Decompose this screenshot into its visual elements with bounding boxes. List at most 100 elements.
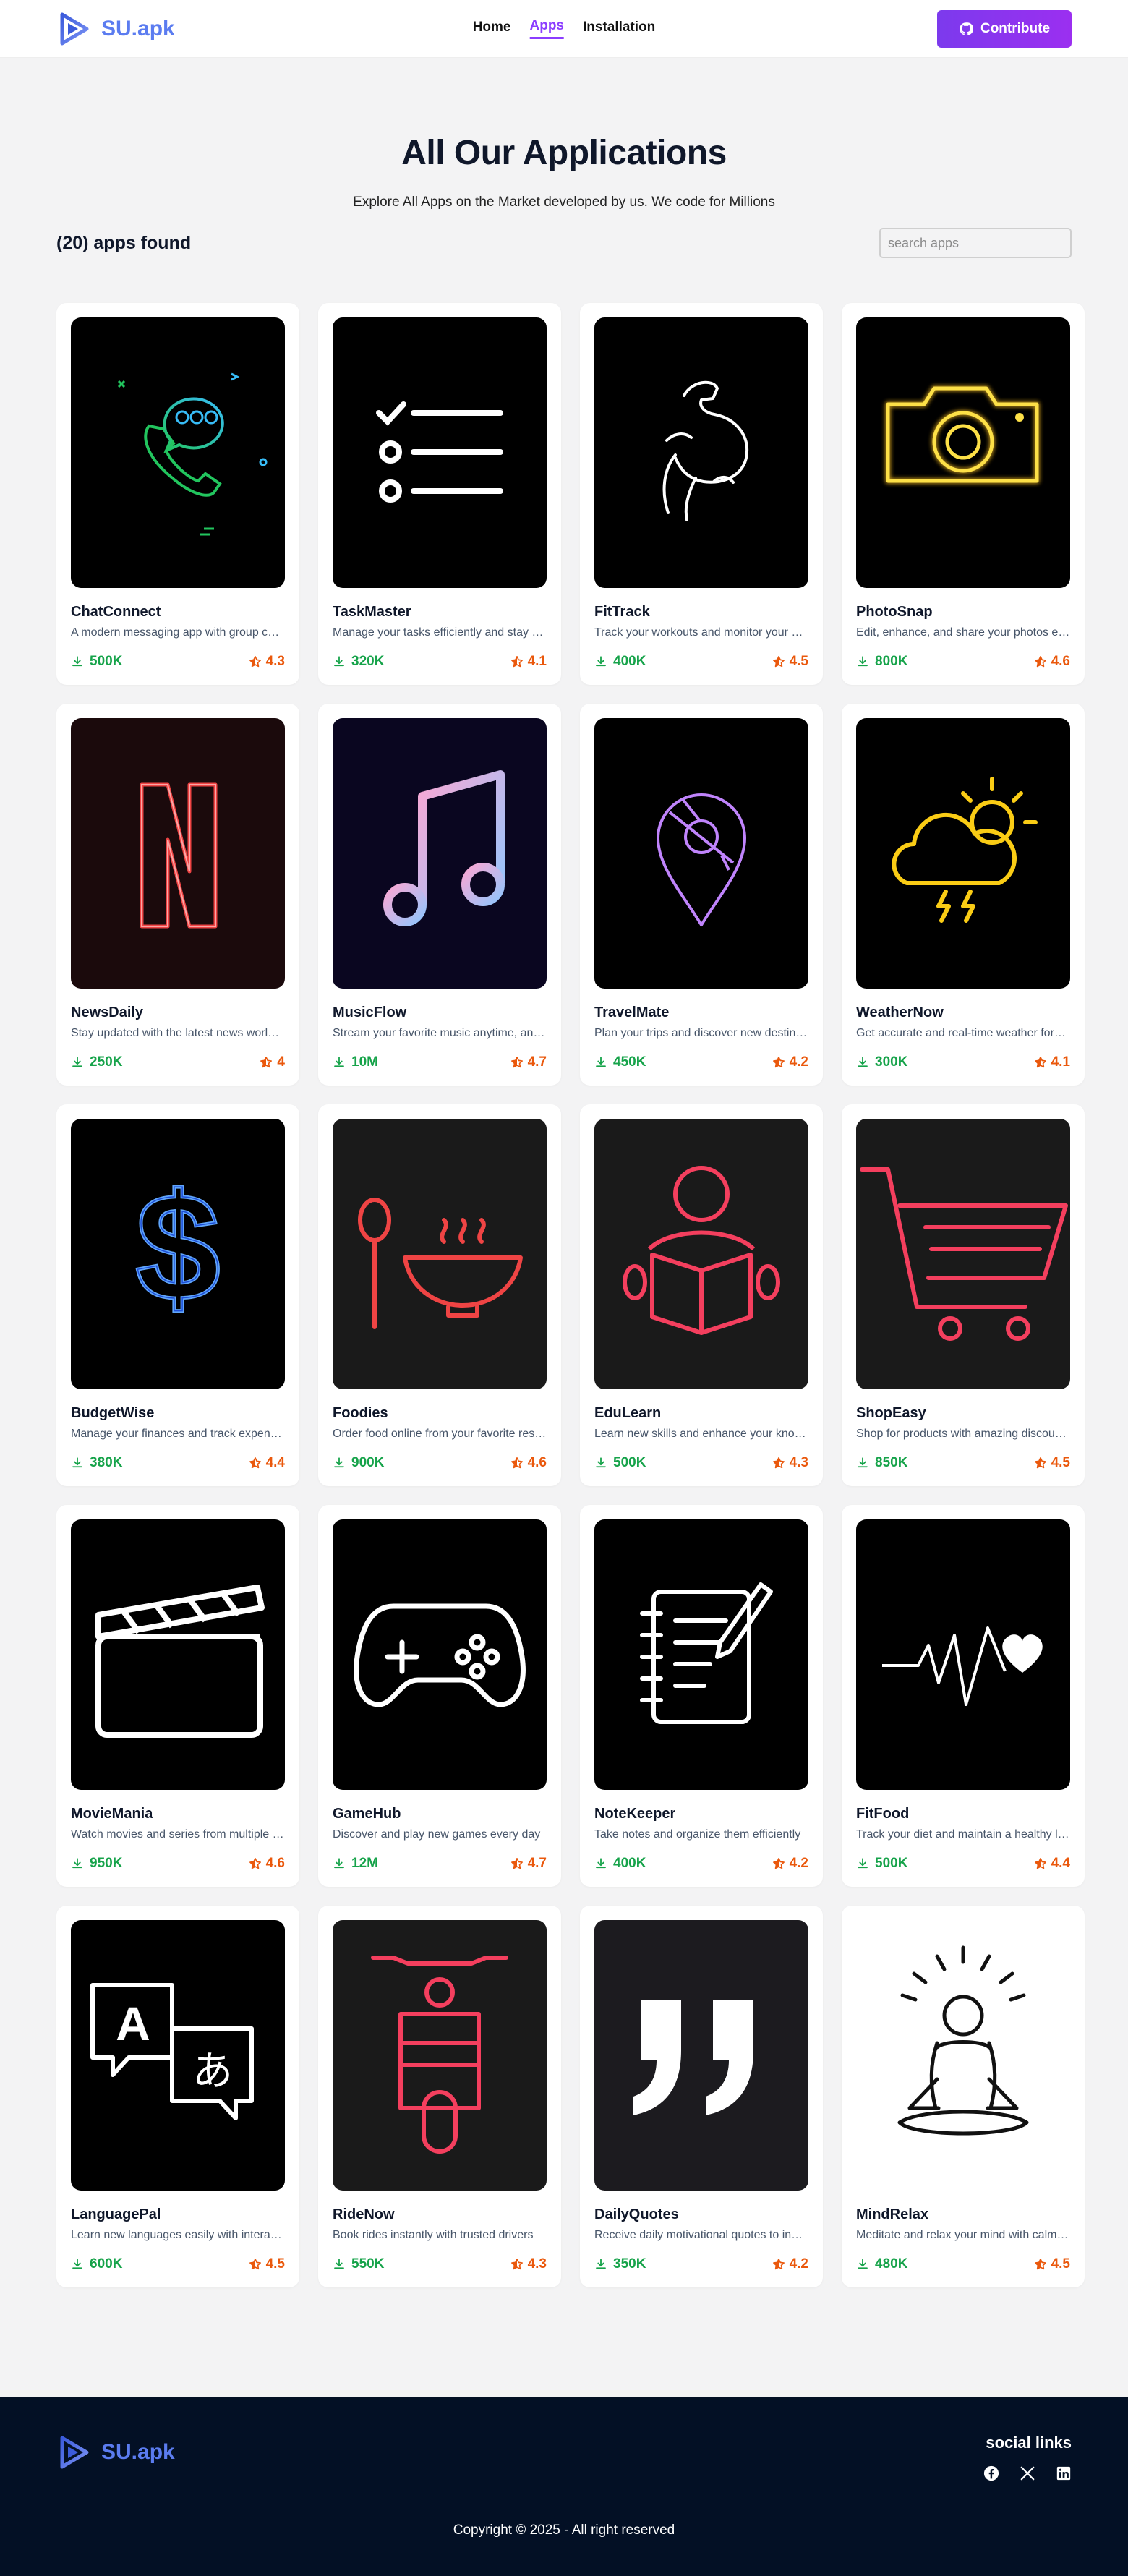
- app-stats: 950K 4.6: [71, 1856, 285, 1872]
- app-card[interactable]: MovieMania Watch movies and series from …: [56, 1505, 299, 1887]
- app-card[interactable]: DailyQuotes Receive daily motivational q…: [580, 1906, 823, 2287]
- app-downloads: 800K: [856, 654, 907, 670]
- gamepad-icon: [354, 1603, 526, 1707]
- download-icon: [858, 1457, 868, 1468]
- app-card[interactable]: A あ LanguagePal Learn new languages easi…: [56, 1906, 299, 2287]
- app-downloads: 400K: [594, 1856, 646, 1872]
- app-thumbnail[interactable]: [856, 1920, 1070, 2191]
- app-stats: 450K 4.2: [594, 1054, 808, 1070]
- app-card[interactable]: MusicFlow Stream your favorite music any…: [318, 704, 561, 1086]
- app-name: DailyQuotes: [594, 2206, 679, 2222]
- download-icon: [858, 656, 868, 667]
- app-thumbnail[interactable]: [594, 1920, 808, 2191]
- app-card[interactable]: NoteKeeper Take notes and organize them …: [580, 1505, 823, 1887]
- star-icon: [510, 1457, 523, 1469]
- app-thumbnail[interactable]: [333, 1519, 547, 1790]
- app-card[interactable]: ShopEasy Shop for products with amazing …: [842, 1104, 1085, 1486]
- app-thumbnail[interactable]: [856, 1519, 1070, 1790]
- app-rating: 4: [260, 1054, 285, 1070]
- app-stats: 500K 4.4: [856, 1856, 1070, 1872]
- app-downloads: 900K: [333, 1455, 384, 1471]
- nav-link-home[interactable]: Home: [473, 20, 511, 38]
- rating-value: 4.4: [1051, 1856, 1070, 1871]
- app-card[interactable]: WeatherNow Get accurate and real-time we…: [842, 704, 1085, 1086]
- search-input[interactable]: [879, 228, 1072, 258]
- app-card[interactable]: TaskMaster Manage your tasks efficiently…: [318, 303, 561, 685]
- app-card[interactable]: FitTrack Track your workouts and monitor…: [580, 303, 823, 685]
- app-name: ChatConnect: [71, 604, 161, 620]
- app-card[interactable]: $ $ BudgetWise Manage your finances and …: [56, 1104, 299, 1486]
- footer: SU.apk social links Copyright © 2025 - A…: [0, 2397, 1128, 2576]
- app-card[interactable]: Foodies Order food online from your favo…: [318, 1104, 561, 1486]
- app-stats: 850K 4.5: [856, 1455, 1070, 1471]
- app-card[interactable]: PhotoSnap Edit, enhance, and share your …: [842, 303, 1085, 685]
- app-thumbnail[interactable]: A あ: [71, 1920, 285, 2191]
- app-thumbnail[interactable]: [71, 718, 285, 989]
- footer-logo-icon: [60, 2436, 89, 2469]
- app-rating: 4.3: [249, 654, 285, 670]
- page-title: All Our Applications: [401, 134, 727, 172]
- rating-value: 4.4: [265, 1455, 285, 1470]
- app-thumbnail[interactable]: [594, 317, 808, 588]
- app-rating: 4.2: [772, 1856, 808, 1872]
- app-description: Plan your trips and discover new destina…: [594, 1027, 808, 1039]
- app-thumbnail[interactable]: $ $: [71, 1119, 285, 1389]
- app-thumbnail[interactable]: [333, 1920, 547, 2191]
- app-rating: 4.3: [510, 2256, 547, 2272]
- app-thumbnail[interactable]: [856, 718, 1070, 989]
- app-name: WeatherNow: [856, 1005, 944, 1020]
- app-thumbnail[interactable]: [594, 1119, 808, 1389]
- downloads-value: 320K: [351, 654, 385, 669]
- x-icon[interactable]: [1020, 2465, 1035, 2481]
- app-card[interactable]: EduLearn Learn new skills and enhance yo…: [580, 1104, 823, 1486]
- facebook-icon[interactable]: [983, 2465, 999, 2481]
- download-icon: [334, 656, 344, 667]
- rating-value: 4.5: [789, 654, 808, 669]
- nav-link-apps[interactable]: Apps: [529, 18, 564, 39]
- download-icon: [334, 1057, 344, 1067]
- app-stats: 900K 4.6: [333, 1455, 547, 1471]
- app-card[interactable]: MindRelax Meditate and relax your mind w…: [842, 1906, 1085, 2287]
- app-card[interactable]: RideNow Book rides instantly with truste…: [318, 1906, 561, 2287]
- app-thumbnail[interactable]: [856, 1119, 1070, 1389]
- app-downloads: 300K: [856, 1054, 907, 1070]
- downloads-value: 12M: [351, 1856, 378, 1871]
- nav-link-installation[interactable]: Installation: [583, 20, 655, 38]
- app-thumbnail[interactable]: [856, 317, 1070, 588]
- app-thumbnail[interactable]: [594, 1519, 808, 1790]
- app-name: FitTrack: [594, 604, 650, 620]
- downloads-value: 300K: [875, 1054, 908, 1070]
- app-thumbnail[interactable]: [594, 718, 808, 989]
- rating-value: 4.5: [1051, 2256, 1070, 2272]
- downloads-value: 500K: [613, 1455, 646, 1470]
- app-rating: 4.7: [510, 1856, 547, 1872]
- app-stats: 250K 4: [71, 1054, 285, 1070]
- contribute-button[interactable]: Contribute: [937, 9, 1072, 48]
- app-thumbnail[interactable]: [333, 718, 547, 989]
- page-subtitle: Explore All Apps on the Market developed…: [353, 195, 775, 210]
- app-description: Take notes and organize them efficiently: [594, 1828, 801, 1841]
- app-thumbnail[interactable]: [333, 1119, 547, 1389]
- star-icon: [510, 1858, 523, 1869]
- app-card[interactable]: NewsDaily Stay updated with the latest n…: [56, 704, 299, 1086]
- app-description: Discover and play new games every day: [333, 1828, 541, 1841]
- app-rating: 4.1: [1034, 1054, 1070, 1070]
- rating-value: 4.2: [789, 1856, 808, 1871]
- rating-value: 4.2: [789, 2256, 808, 2272]
- app-thumbnail[interactable]: [71, 317, 285, 588]
- download-icon: [72, 2259, 82, 2269]
- brand[interactable]: SU.apk: [56, 12, 175, 46]
- app-thumbnail[interactable]: [333, 317, 547, 588]
- app-thumbnail[interactable]: [71, 1519, 285, 1790]
- app-card[interactable]: ChatConnect A modern messaging app with …: [56, 303, 299, 685]
- app-rating: 4.2: [772, 2256, 808, 2272]
- app-card[interactable]: FitFood Track your diet and maintain a h…: [842, 1505, 1085, 1887]
- app-card[interactable]: TravelMate Plan your trips and discover …: [580, 704, 823, 1086]
- app-stats: 12M 4.7: [333, 1856, 547, 1872]
- downloads-value: 900K: [351, 1455, 385, 1470]
- app-card[interactable]: GameHub Discover and play new games ever…: [318, 1505, 561, 1887]
- app-name: LanguagePal: [71, 2206, 161, 2222]
- linkedin-icon[interactable]: [1056, 2465, 1072, 2481]
- app-description: Shop for products with amazing discounts: [856, 1428, 1070, 1440]
- footer-brand[interactable]: SU.apk: [56, 2435, 175, 2470]
